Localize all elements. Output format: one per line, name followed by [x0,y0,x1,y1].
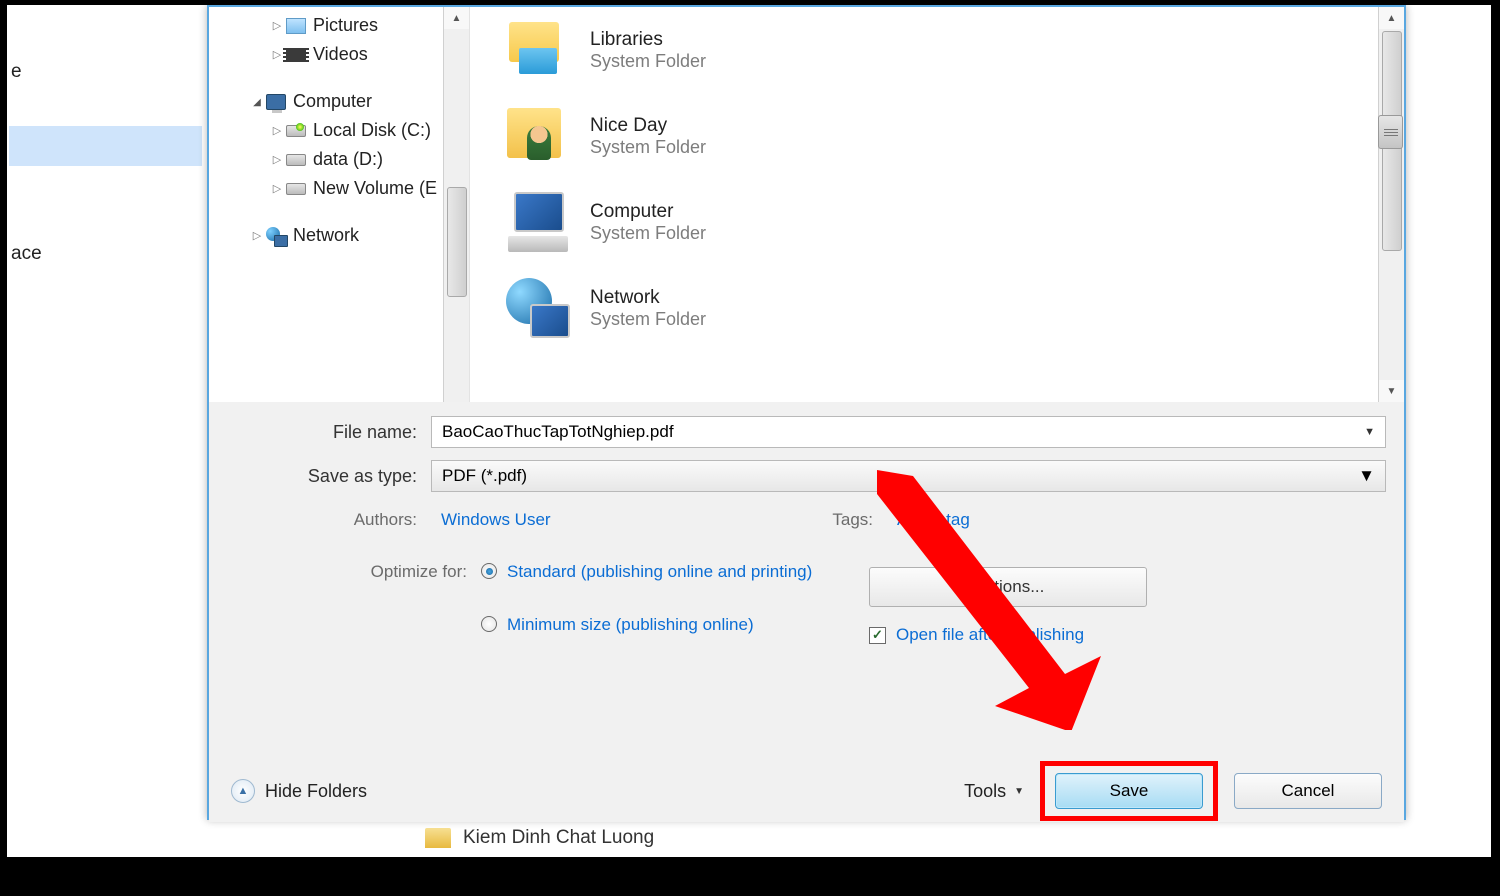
hide-folders-button[interactable]: ▲ Hide Folders [231,779,367,803]
nav-computer[interactable]: Computer [209,87,469,116]
tags-value[interactable]: Add a tag [897,510,970,530]
file-item-network[interactable]: Network System Folder [504,277,1404,339]
chevron-up-icon: ▲ [231,779,255,803]
dropdown-icon[interactable]: ▼ [1364,426,1375,438]
optimize-standard-radio[interactable]: Standard (publishing online and printing… [481,560,841,585]
pictures-icon [286,18,306,34]
nav-label: Network [293,225,359,246]
nav-data-d[interactable]: data (D:) [209,145,469,174]
save-type-value: PDF (*.pdf) [442,466,527,486]
bg-selected-row[interactable] [9,126,202,166]
nav-tree: Pictures Videos Computer [209,7,470,402]
nav-label: Computer [293,91,372,112]
expand-arrow-icon[interactable] [249,229,265,242]
nav-label: Local Disk (C:) [313,120,431,141]
file-item-computer[interactable]: Computer System Folder [504,191,1404,253]
tools-label: Tools [964,781,1006,802]
file-name: Computer [590,201,706,223]
computer-icon [266,94,286,110]
nav-local-disk-c[interactable]: Local Disk (C:) [209,116,469,145]
file-name: Network [590,287,706,309]
file-item-nice-day[interactable]: Nice Day System Folder [504,105,1404,167]
expand-arrow-icon[interactable] [269,124,285,137]
options-button[interactable]: Options... [869,567,1147,607]
content-scrollbar[interactable]: ▲ ▼ [1378,7,1404,402]
bg-text: e [11,61,22,83]
dropdown-icon[interactable]: ▼ [1358,466,1375,486]
network-icon [506,278,570,338]
scroll-thumb[interactable] [447,187,467,297]
radio-icon [481,563,497,579]
nav-network[interactable]: Network [209,221,469,250]
authors-label: Authors: [227,510,431,530]
tools-menu[interactable]: Tools ▼ [964,781,1024,802]
optimize-minimum-radio[interactable]: Minimum size (publishing online) [481,613,841,638]
expand-arrow-icon[interactable] [269,182,285,195]
file-list: Libraries System Folder Nice Day System … [470,7,1404,402]
nav-scrollbar[interactable]: ▲ [443,7,469,402]
nav-label: Pictures [313,15,378,36]
file-name-value: BaoCaoThucTapTotNghiep.pdf [442,422,674,442]
disk-icon [286,125,306,137]
file-type: System Folder [590,137,706,158]
save-as-dialog: Pictures Videos Computer [207,5,1406,820]
file-name: Libraries [590,29,706,51]
highlight-annotation: Save [1040,761,1218,821]
nav-label: Videos [313,44,368,65]
file-name-label: File name: [227,422,431,443]
nav-label: New Volume (E [313,178,437,199]
folder-icon [425,828,451,848]
collapse-arrow-icon[interactable] [249,96,265,108]
videos-icon [286,48,306,62]
file-type: System Folder [590,309,706,330]
cancel-button[interactable]: Cancel [1234,773,1382,809]
file-name: Nice Day [590,115,706,137]
open-after-label: Open file after publishing [896,625,1084,645]
expand-arrow-icon[interactable] [269,153,285,166]
save-type-combo[interactable]: PDF (*.pdf) ▼ [431,460,1386,492]
save-type-label: Save as type: [227,466,431,487]
scroll-down-icon[interactable]: ▼ [1379,380,1404,402]
authors-value[interactable]: Windows User [441,510,551,530]
optimize-standard-label: Standard (publishing online and printing… [507,560,812,585]
open-after-checkbox[interactable]: Open file after publishing [869,625,1147,645]
expand-arrow-icon[interactable] [269,19,285,32]
file-type: System Folder [590,51,706,72]
file-item-libraries[interactable]: Libraries System Folder [504,19,1404,81]
file-type: System Folder [590,223,706,244]
bg-bottom-label: Kiem Dinh Chat Luong [463,827,654,849]
bg-bottom-item[interactable]: Kiem Dinh Chat Luong [425,827,654,849]
checkbox-icon [869,627,886,644]
libraries-icon [507,22,569,78]
nav-new-volume-e[interactable]: New Volume (E [209,174,469,203]
tags-label: Tags: [827,510,887,530]
network-icon [266,227,286,245]
nav-videos[interactable]: Videos [209,40,469,69]
scroll-up-icon[interactable]: ▲ [444,7,469,29]
optimize-label: Optimize for: [227,560,481,637]
nav-pictures[interactable]: Pictures [209,11,469,40]
bg-text: ace [11,243,42,265]
nav-label: data (D:) [313,149,383,170]
file-name-input[interactable]: BaoCaoThucTapTotNghiep.pdf ▼ [431,416,1386,448]
disk-icon [286,183,306,195]
save-button[interactable]: Save [1055,773,1203,809]
scroll-grip[interactable] [1378,115,1403,149]
scroll-up-icon[interactable]: ▲ [1379,7,1404,29]
user-folder-icon [507,108,569,164]
optimize-minimum-label: Minimum size (publishing online) [507,613,754,638]
computer-icon [506,192,570,252]
radio-icon [481,616,497,632]
disk-icon [286,154,306,166]
hide-folders-label: Hide Folders [265,781,367,802]
dropdown-icon: ▼ [1014,786,1024,797]
